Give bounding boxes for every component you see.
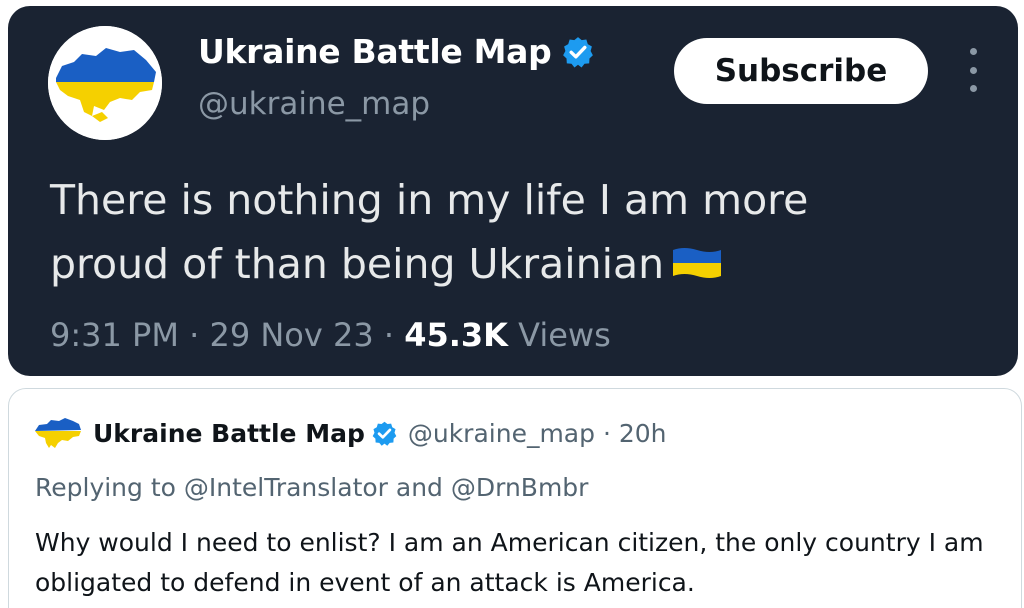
quoted-reply-card[interactable]: Ukraine Battle Map @ukraine_map · 20h Re…: [8, 388, 1022, 608]
tweet-meta: 9:31 PM · 29 Nov 23 · 45.3K Views: [50, 316, 611, 354]
reply-avatar-icon[interactable]: [33, 415, 83, 451]
views-count: 45.3K: [404, 316, 508, 354]
reply-author-name[interactable]: Ukraine Battle Map: [93, 419, 365, 448]
more-dot: [969, 48, 977, 55]
more-dot: [969, 85, 977, 92]
ukraine-map-avatar-icon: [48, 26, 162, 140]
author-handle[interactable]: @ukraine_map: [198, 86, 430, 122]
tweet-time[interactable]: 9:31 PM: [50, 316, 179, 354]
verified-badge-icon: [371, 420, 398, 447]
tweet-date[interactable]: 29 Nov 23: [209, 316, 373, 354]
more-dot: [969, 66, 977, 74]
author-name-row: Ukraine Battle Map: [198, 32, 595, 71]
more-options-icon[interactable]: [960, 48, 986, 92]
tweet-text-line-2: proud of than being Ukrainian: [50, 240, 665, 288]
meta-separator: ·: [189, 316, 200, 354]
tweet-text: There is nothing in my life I am more pr…: [50, 168, 970, 296]
meta-separator: ·: [383, 316, 395, 354]
profile-avatar[interactable]: [48, 26, 162, 140]
author-display-name[interactable]: Ukraine Battle Map: [198, 32, 552, 71]
reply-header: Ukraine Battle Map @ukraine_map · 20h: [93, 419, 667, 448]
reply-text: Why would I need to enlist? I am an Amer…: [35, 528, 984, 597]
ukraine-flag-icon: [670, 246, 724, 280]
views-label: Views: [518, 316, 611, 354]
tweet-text-line-1: There is nothing in my life I am more: [50, 176, 809, 224]
replying-to-line[interactable]: Replying to @IntelTranslator and @DrnBmb…: [35, 473, 588, 502]
reply-handle-time[interactable]: @ukraine_map · 20h: [408, 419, 667, 448]
main-tweet-card: Ukraine Battle Map @ukraine_map Subscrib…: [8, 6, 1018, 376]
subscribe-button[interactable]: Subscribe: [674, 38, 928, 104]
verified-badge-icon: [561, 35, 595, 69]
